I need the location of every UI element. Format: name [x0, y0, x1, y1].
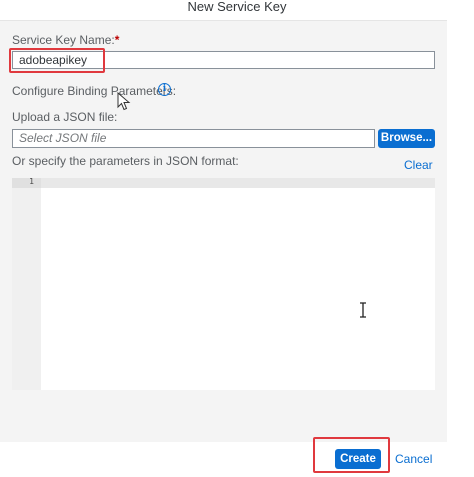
service-key-name-label: Service Key Name:* — [12, 33, 119, 47]
mouse-pointer-icon — [117, 92, 131, 111]
json-file-placeholder: Select JSON file — [19, 131, 107, 145]
service-key-name-highlight — [9, 48, 105, 73]
json-file-input[interactable]: Select JSON file — [12, 129, 375, 148]
browse-button[interactable]: Browse... — [378, 129, 435, 148]
binding-parameters-label: Configure Binding Parameters: — [12, 84, 177, 98]
line-number: 1 — [29, 177, 34, 186]
required-marker: * — [114, 33, 120, 47]
editor-active-line — [41, 178, 435, 188]
json-editor[interactable]: 1 — [12, 177, 435, 390]
editor-gutter: 1 — [12, 177, 41, 390]
dialog-title: New Service Key — [0, 0, 474, 20]
service-key-name-label-text: Service Key Name: — [12, 33, 115, 47]
upload-json-label: Upload a JSON file: — [12, 110, 118, 124]
json-parameters-label: Or specify the parameters in JSON format… — [12, 154, 239, 168]
create-button-highlight — [313, 437, 390, 473]
info-icon[interactable]: i — [158, 83, 171, 96]
text-cursor-icon — [360, 302, 366, 318]
clear-link[interactable]: Clear — [404, 158, 433, 172]
cancel-button[interactable]: Cancel — [395, 452, 432, 466]
